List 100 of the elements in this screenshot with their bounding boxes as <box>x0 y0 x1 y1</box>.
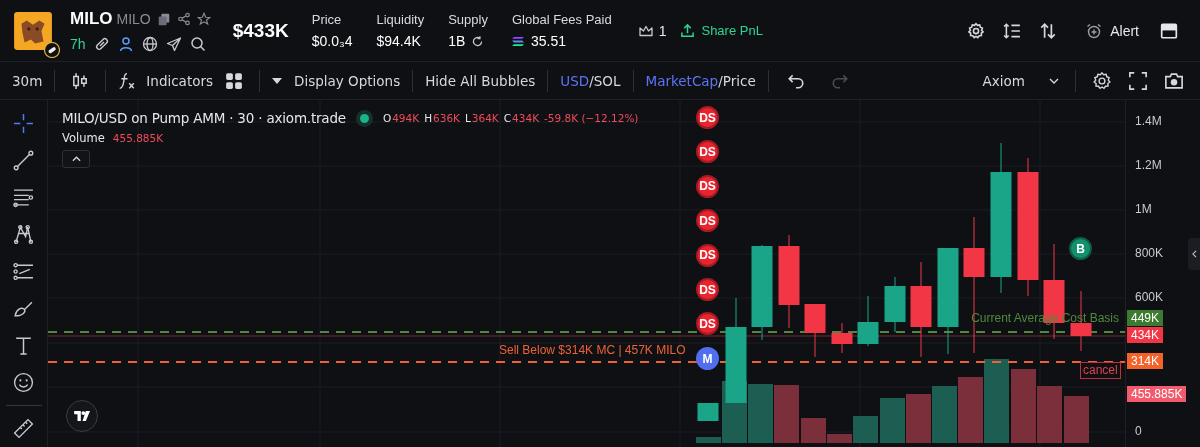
ohlc-key: O <box>382 112 392 124</box>
volume-bar <box>1064 396 1089 443</box>
bear-avatar-icon <box>12 9 54 52</box>
holders-count: 1 <box>658 22 667 39</box>
sell-order-label: Sell Below $314K MC | 457K MILO <box>499 343 686 357</box>
star-icon[interactable] <box>196 12 211 26</box>
swap-arrows-icon[interactable] <box>1039 21 1058 40</box>
trade-marker[interactable]: DS <box>696 243 719 267</box>
alert-button[interactable]: Alert <box>1086 22 1139 39</box>
refresh-icon[interactable] <box>471 34 485 48</box>
price-tag: 455.885K <box>1127 386 1187 402</box>
status-dot <box>359 113 369 123</box>
projection-tool-icon[interactable] <box>13 261 34 282</box>
cancel-button[interactable]: cancel <box>1080 362 1121 379</box>
hide-bubbles-button[interactable]: Hide All Bubbles <box>421 72 540 89</box>
volume-bar <box>880 398 905 443</box>
grid-layout-icon[interactable] <box>225 71 244 90</box>
volume-value: 455.885K <box>112 132 164 144</box>
buy-marker[interactable]: B <box>1069 237 1092 260</box>
emoji-icon[interactable] <box>13 372 34 393</box>
market-cap-value: $433K <box>232 19 289 42</box>
candle <box>697 402 719 422</box>
candle <box>831 322 853 354</box>
candle <box>804 303 826 358</box>
stat-value: 35.51 <box>530 33 566 49</box>
stat-label: Supply <box>448 12 488 27</box>
trade-marker[interactable]: DS <box>696 209 719 233</box>
display-options-button[interactable]: Display Options <box>268 72 405 89</box>
trade-marker[interactable]: M <box>696 347 719 370</box>
trend-line-icon[interactable] <box>13 150 34 171</box>
indicators-button[interactable]: Indicators <box>114 71 218 90</box>
pattern-tool-icon[interactable] <box>13 224 34 245</box>
stat-value: $0.0₃4 <box>311 33 353 49</box>
stat-value: 1B <box>448 33 466 49</box>
panel-layout-icon[interactable] <box>1160 21 1178 40</box>
layout-dropdown[interactable]: Axiom <box>978 72 1063 89</box>
toggle-option[interactable]: USD <box>560 72 590 89</box>
sort-list-icon[interactable] <box>1003 21 1022 40</box>
ohlc-key: H <box>424 112 433 124</box>
interval-button[interactable]: 30m <box>8 72 47 89</box>
function-icon <box>118 71 137 90</box>
trade-marker[interactable]: DS <box>696 140 719 164</box>
volume-bar <box>906 394 931 443</box>
axis-label: 0 <box>1135 424 1142 438</box>
link-icon[interactable] <box>93 36 110 52</box>
price-tag: 314K <box>1127 353 1164 369</box>
search-icon[interactable] <box>189 36 206 52</box>
pill-badge-icon <box>44 41 60 58</box>
token-age: 7h <box>70 36 86 52</box>
share-pnl-button[interactable]: Share PnL <box>680 23 763 38</box>
share-icon[interactable] <box>176 12 191 26</box>
token-name: MILO <box>70 9 113 29</box>
caret-icon <box>272 77 283 84</box>
trade-marker[interactable]: DS <box>696 174 719 198</box>
price-tag: 434K <box>1127 327 1164 343</box>
trade-marker[interactable]: DS <box>696 278 719 301</box>
price-change: -59.8K (−12.12%) <box>544 112 639 124</box>
trade-marker[interactable]: DS <box>696 312 719 336</box>
ohlc-value: 636K <box>433 112 460 124</box>
text-tool-icon[interactable] <box>13 335 34 356</box>
stat-value: $94.4K <box>376 33 421 49</box>
volume-bar <box>932 386 957 443</box>
stat-label: Price <box>311 12 343 27</box>
ohlc-key: L <box>464 112 471 124</box>
candlestick-icon[interactable] <box>71 71 90 90</box>
panel-toggle-button[interactable] <box>1188 238 1200 270</box>
person-icon[interactable] <box>117 36 134 52</box>
settings-icon[interactable] <box>967 21 986 40</box>
axis-label: 1M <box>1135 202 1152 216</box>
ohlc-value: 434K <box>512 112 540 124</box>
toggle-option[interactable]: Price <box>722 72 756 89</box>
solana-icon <box>511 35 525 47</box>
globe-icon[interactable] <box>141 36 158 52</box>
axis-label: 1.4M <box>1135 114 1162 128</box>
price-tag: 449K <box>1127 310 1164 326</box>
settings-icon[interactable] <box>1092 70 1112 91</box>
horizontal-lines-icon[interactable] <box>13 187 34 208</box>
camera-icon[interactable] <box>1164 70 1184 91</box>
volume-bar <box>748 384 773 443</box>
stat-label: Global Fees Paid <box>511 12 612 27</box>
toggle-option[interactable]: SOL <box>593 72 621 89</box>
fullscreen-icon[interactable] <box>1128 70 1148 91</box>
chevron-left-icon <box>1191 250 1197 258</box>
axis-label: 600K <box>1135 290 1164 304</box>
send-icon[interactable] <box>165 36 182 52</box>
trade-marker[interactable]: DS <box>696 106 719 129</box>
volume-bar <box>774 385 799 443</box>
alarm-clock-icon <box>1086 22 1103 39</box>
copy-icon[interactable] <box>156 12 171 26</box>
ruler-icon[interactable] <box>13 418 34 439</box>
toggle-option[interactable]: MarketCap <box>645 72 719 89</box>
stat-label: Liquidity <box>376 12 425 27</box>
toggle-separator: / <box>718 72 723 89</box>
crosshair-icon[interactable] <box>13 113 34 134</box>
chevron-up-icon <box>71 156 81 162</box>
token-ticker: MILO <box>116 11 151 27</box>
logo-icon[interactable] <box>66 400 98 432</box>
toggle-separator: / <box>589 72 594 89</box>
candle <box>857 295 879 347</box>
collapse-button[interactable] <box>62 150 90 168</box>
